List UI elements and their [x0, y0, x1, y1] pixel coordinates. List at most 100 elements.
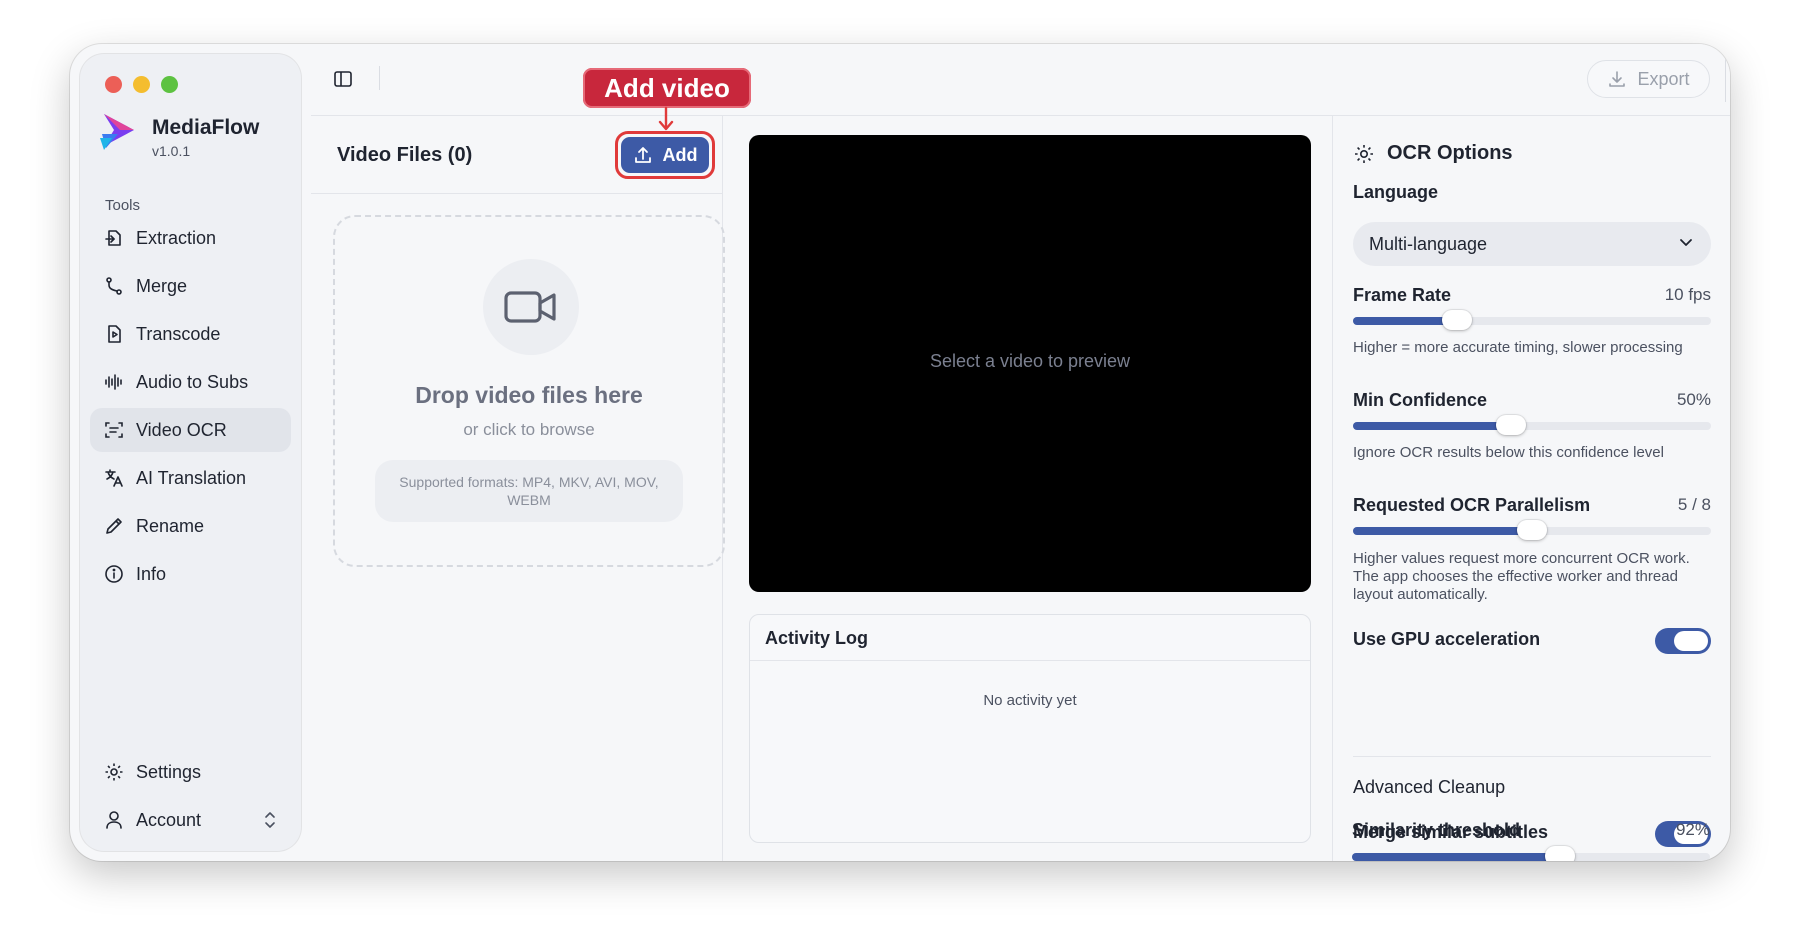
chevron-down-icon [1680, 239, 1692, 246]
ocr-options-panel: OCR Options Language Multi-language Fram… [1332, 116, 1730, 861]
minimize-window-button[interactable] [133, 76, 150, 93]
min-confidence-label: Min Confidence [1353, 390, 1487, 410]
language-label: Language [1353, 182, 1439, 202]
app-window: MediaFlow v1.0.1 Tools Extraction Merge [70, 44, 1730, 861]
sidebar-item-video-ocr[interactable]: Video OCR [90, 408, 291, 452]
gear-icon [1355, 144, 1373, 163]
frame-rate-value: 10 fps [1664, 285, 1711, 304]
divider [311, 193, 722, 194]
sidebar-item-settings[interactable]: Settings [90, 750, 291, 794]
merge-similar-label: Merge similar subtitles [1353, 822, 1549, 842]
app-name: MediaFlow [152, 116, 260, 139]
translate-icon [104, 468, 124, 488]
sidebar-item-label: Account [136, 809, 202, 830]
toggle-knob [1674, 631, 1708, 651]
export-label: Export [1637, 68, 1690, 89]
slider-thumb[interactable] [1517, 520, 1547, 540]
sidebar-item-label: Video OCR [136, 419, 227, 440]
min-confidence-slider[interactable] [1353, 415, 1711, 435]
video-files-panel: Video Files (0) Add Drop video files her… [311, 116, 725, 861]
sidebar-item-label: Transcode [136, 323, 221, 344]
parallelism-help: Higher values request more concurrent OC… [1353, 550, 1690, 603]
gpu-label: Use GPU acceleration [1353, 629, 1541, 649]
parallelism-slider[interactable] [1353, 520, 1711, 540]
slider-thumb[interactable] [1544, 846, 1575, 861]
min-confidence-value: 50% [1676, 390, 1711, 409]
export-button[interactable]: Export [1587, 60, 1710, 98]
supported-formats-badge: Supported formats: MP4, MKV, AVI, MOV, W… [375, 460, 683, 522]
sidebar-footer: Settings Account [90, 750, 291, 846]
preview-placeholder: Select a video to preview [929, 351, 1131, 371]
toolbar-divider [1725, 56, 1726, 102]
frame-rate-slider[interactable] [1353, 310, 1711, 330]
add-label: Add [662, 144, 698, 165]
gpu-toggle[interactable] [1655, 628, 1711, 654]
activity-log: Activity Log No activity yet [749, 614, 1311, 843]
sidebar-item-label: Settings [136, 761, 202, 782]
slider-thumb[interactable] [1495, 415, 1526, 435]
transcode-icon [104, 324, 124, 344]
video-preview[interactable]: Select a video to preview [749, 135, 1311, 592]
advanced-cleanup-title: Advanced Cleanup [1353, 777, 1506, 797]
min-confidence-help: Ignore OCR results below this confidence… [1353, 444, 1664, 461]
drop-title: Drop video files here [415, 382, 643, 408]
divider [750, 660, 1310, 661]
gear-icon [104, 762, 124, 782]
user-icon [104, 810, 124, 830]
tools-nav: Extraction Merge Transcode Audio to Subs [90, 216, 291, 600]
pencil-icon [104, 516, 124, 536]
maximize-window-button[interactable] [161, 76, 178, 93]
toggle-knob [1674, 824, 1708, 844]
tools-section-label: Tools [105, 197, 141, 214]
sidebar-item-label: Rename [136, 515, 205, 536]
chevron-up-down-icon [265, 812, 275, 828]
slider-thumb[interactable] [1441, 310, 1472, 330]
drop-subtitle: or click to browse [463, 420, 595, 439]
add-video-callout: Add video [583, 68, 751, 108]
frame-rate-label: Frame Rate [1353, 285, 1452, 305]
sidebar-item-extraction[interactable]: Extraction [90, 216, 291, 260]
sidebar-item-label: Merge [136, 275, 188, 296]
download-icon [1609, 71, 1626, 87]
info-icon [104, 564, 124, 584]
slider-fill [1353, 527, 1532, 535]
sidebar-item-account[interactable]: Account [90, 798, 291, 842]
frame-rate-help: Higher = more accurate timing, slower pr… [1353, 339, 1683, 356]
callout-arrow-icon [658, 106, 674, 131]
ocr-options-header: OCR Options [1353, 142, 1513, 165]
slider-fill [1353, 422, 1511, 430]
toolbar-divider [379, 66, 380, 90]
sidebar-item-merge[interactable]: Merge [90, 264, 291, 308]
close-window-button[interactable] [105, 76, 122, 93]
file-dropzone[interactable]: Drop video files here or click to browse… [333, 215, 725, 567]
sidebar-item-label: Info [136, 563, 167, 584]
ocr-icon [104, 420, 124, 440]
ocr-options-title: OCR Options [1387, 142, 1513, 164]
divider [1353, 756, 1711, 757]
similarity-threshold-slider[interactable] [1352, 846, 1710, 861]
sidebar-item-info[interactable]: Info [90, 552, 291, 596]
sidebar-item-ai-translation[interactable]: AI Translation [90, 456, 291, 500]
language-selected: Multi-language [1369, 233, 1488, 254]
app-version: v1.0.1 [152, 143, 191, 159]
sidebar-item-transcode[interactable]: Transcode [90, 312, 291, 356]
top-toolbar: Export [311, 44, 1730, 116]
toggle-sidebar-icon[interactable] [332, 68, 354, 90]
add-video-button[interactable]: Add [621, 137, 709, 173]
merge-similar-toggle[interactable] [1655, 821, 1711, 847]
sidebar-item-label: Extraction [136, 227, 217, 248]
activity-log-empty: No activity yet [983, 692, 1077, 709]
extraction-icon [104, 228, 124, 248]
slider-fill [1352, 853, 1560, 861]
window-controls [105, 76, 178, 93]
sidebar-item-rename[interactable]: Rename [90, 504, 291, 548]
parallelism-label: Requested OCR Parallelism [1353, 495, 1591, 515]
activity-log-title: Activity Log [765, 628, 869, 648]
sidebar: MediaFlow v1.0.1 Tools Extraction Merge [80, 54, 301, 851]
upload-icon [634, 147, 651, 163]
merge-icon [104, 276, 124, 296]
video-camera-icon [483, 259, 579, 355]
parallelism-value: 5 / 8 [1677, 495, 1711, 514]
sidebar-item-audio-to-subs[interactable]: Audio to Subs [90, 360, 291, 404]
language-select[interactable]: Multi-language [1353, 222, 1711, 266]
